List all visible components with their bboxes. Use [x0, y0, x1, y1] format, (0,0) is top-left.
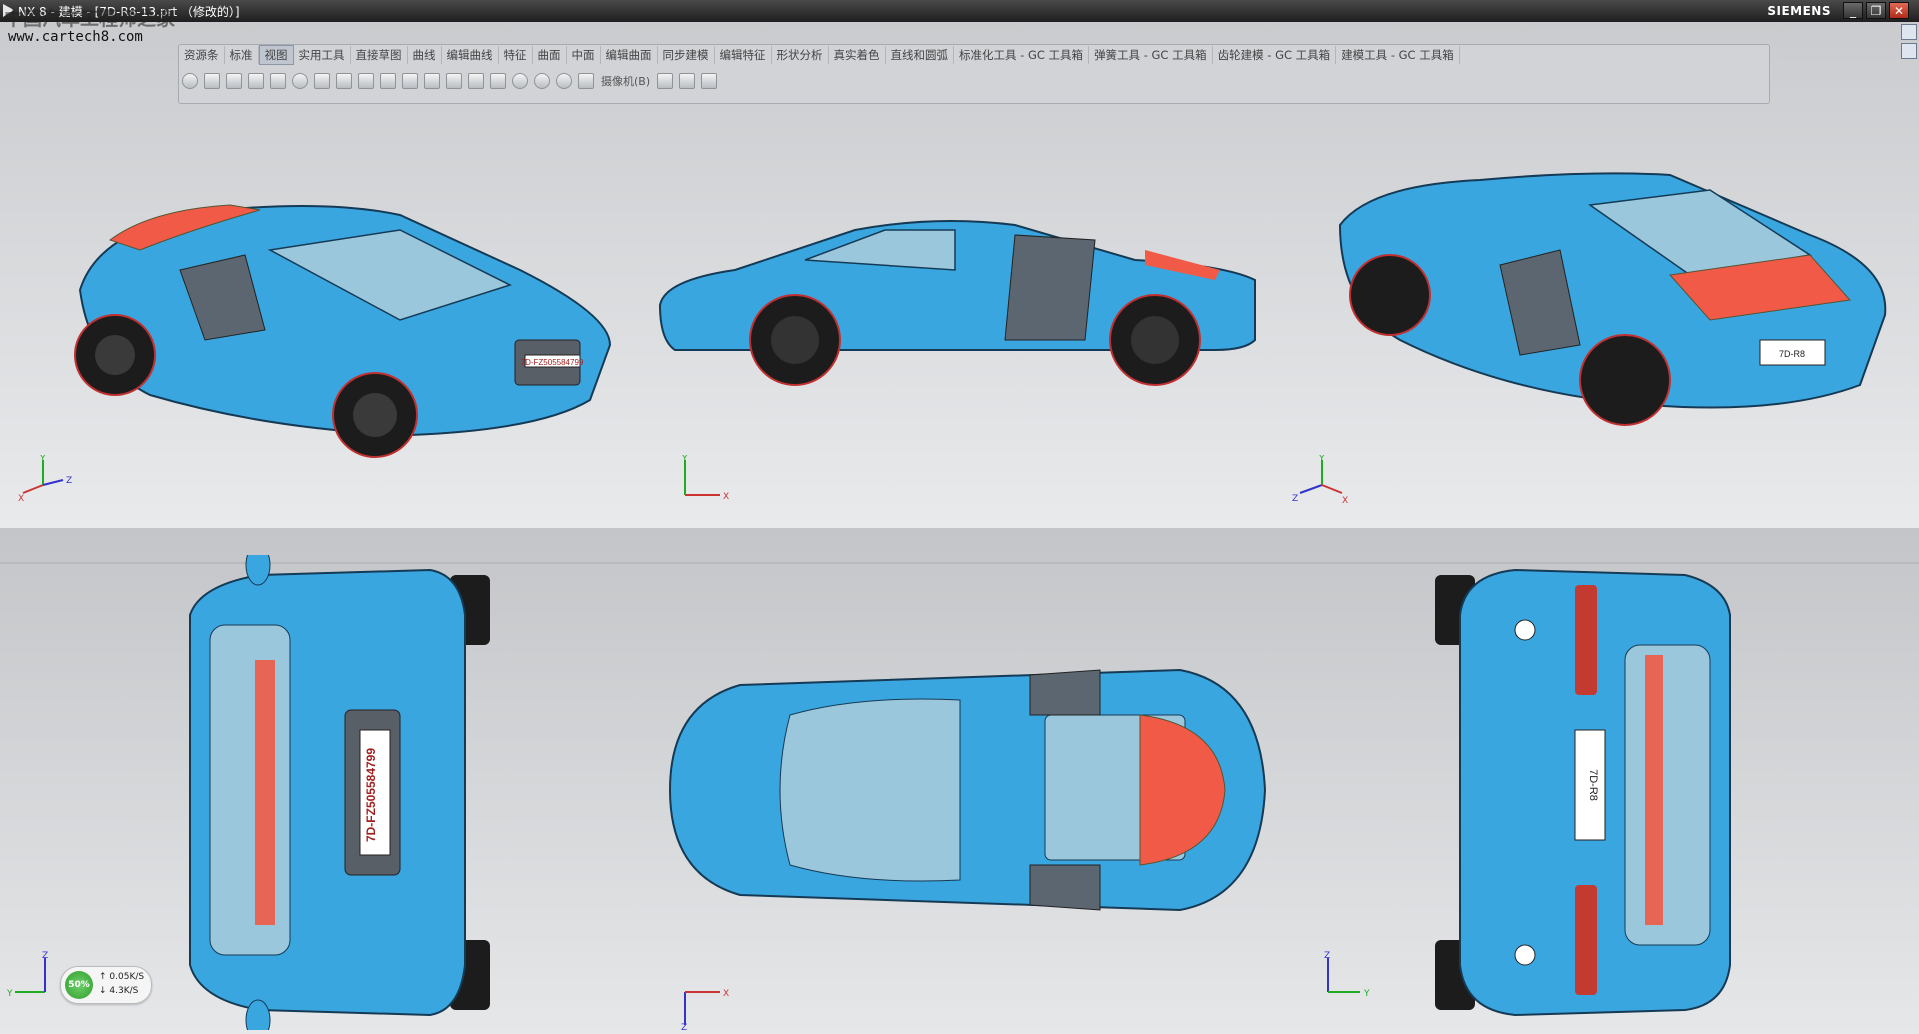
- brand-label: SIEMENS: [1767, 4, 1831, 18]
- axis-triad-isometric-rear: Z Y X: [1290, 454, 1350, 509]
- light-icon[interactable]: [512, 73, 528, 89]
- toolbar-tab[interactable]: 弹簧工具 - GC 工具箱: [1089, 46, 1213, 64]
- download-speed: ↓ 4.3K/S: [99, 986, 139, 996]
- toolbar-tab[interactable]: 直接草图: [351, 46, 408, 64]
- front-plate-text: 7D-FZ505584799: [364, 748, 378, 842]
- rear-plate-text: 7D-R8: [1779, 349, 1805, 359]
- toolbar-tab[interactable]: 曲面: [533, 46, 567, 64]
- toolbar-tab[interactable]: 实用工具: [294, 46, 351, 64]
- watermark-url: www.cartech8.com: [8, 29, 143, 45]
- zoom-icon[interactable]: [226, 73, 242, 89]
- camera-next-icon[interactable]: [701, 73, 718, 89]
- axis-z-label: Z: [681, 1023, 687, 1030]
- car-view-rear: 7D-R8: [1435, 568, 1731, 1017]
- toolbar-tab[interactable]: 同步建模: [658, 46, 715, 64]
- toolbar-tab[interactable]: 编辑特征: [715, 46, 772, 64]
- cpu-percent: 50%: [65, 971, 93, 999]
- view-right-icon[interactable]: [424, 73, 440, 89]
- toolbar-panel: 资源条 标准 视图 实用工具 直接草图 曲线 编辑曲线 特征 曲面 中面 编辑曲面 同步建模 编辑特征形…: [178, 44, 1770, 104]
- axis-y-label: Y: [681, 455, 688, 464]
- axis-x-label: X: [723, 989, 729, 999]
- material-icon[interactable]: [534, 73, 550, 89]
- car-view-top: [668, 668, 1267, 912]
- toolbar-tab[interactable]: 标准化工具 - GC 工具箱: [954, 46, 1090, 64]
- car-view-isometric-rear: 7D-R8: [1338, 172, 1887, 426]
- axis-triad-side: X Y: [675, 454, 735, 509]
- axis-z-label: Z: [66, 476, 72, 486]
- toolbar-tab-row: 资源条 标准 视图 实用工具 直接草图 曲线 编辑曲线 特征 曲面 中面 编辑曲面 同步建模 编辑特征形…: [179, 45, 1769, 65]
- toolbar-tab[interactable]: 直线和圆弧: [886, 46, 954, 64]
- view-iso-icon[interactable]: [446, 73, 462, 89]
- toolbar-tab[interactable]: 特征: [499, 46, 533, 64]
- restore-button[interactable]: ❐: [1866, 2, 1886, 19]
- view-trimetric-icon[interactable]: [468, 73, 484, 89]
- viewport-corner-buttons: [1901, 24, 1917, 62]
- toolbar-tab[interactable]: 中面: [567, 46, 601, 64]
- axis-triad-rear: Z Y: [1318, 950, 1378, 1004]
- pan-icon[interactable]: [270, 73, 286, 89]
- axis-triad-front: Y Z: [5, 950, 55, 1004]
- axis-x-label: X: [18, 494, 24, 504]
- wireframe-icon[interactable]: [358, 73, 374, 89]
- network-speed-widget[interactable]: 50% ↑ 0.05K/S ↓ 4.3K/S: [60, 966, 152, 1004]
- fullscreen-icon[interactable]: [1901, 43, 1917, 59]
- zoom-window-icon[interactable]: [248, 73, 264, 89]
- toolbar-tab[interactable]: 真实着色: [829, 46, 886, 64]
- axis-z-label: Z: [1324, 951, 1330, 961]
- settings-gear-icon[interactable]: [182, 73, 198, 89]
- camera-add-icon[interactable]: [657, 73, 674, 89]
- toolbar-icon-row: 摄像机(B): [179, 68, 1769, 94]
- car-view-side: [658, 220, 1256, 386]
- toolbar-tab[interactable]: 标准: [225, 46, 259, 64]
- car-view-isometric-front: 7D-FZ505584799: [74, 204, 612, 458]
- axis-y-label: Y: [1363, 989, 1370, 999]
- car-view-front: 7D-FZ505584799: [189, 555, 490, 1030]
- axis-x-label: X: [723, 492, 729, 502]
- license-plate-text: 7D-FZ505584799: [521, 358, 584, 367]
- watermark-site-name: 中国汽车工程师之家: [4, 8, 176, 30]
- axis-triad-top: Z X: [675, 980, 735, 1034]
- upload-speed: ↑ 0.05K/S: [99, 972, 145, 982]
- fit-view-icon[interactable]: [204, 73, 220, 89]
- toolbar-tab[interactable]: 齿轮建模 - GC 工具箱: [1213, 46, 1337, 64]
- toolbar-tab[interactable]: 编辑曲面: [601, 46, 658, 64]
- axis-y-label: Y: [39, 455, 46, 464]
- rotate-icon[interactable]: [292, 73, 308, 89]
- toolbar-tab[interactable]: 编辑曲线: [442, 46, 499, 64]
- view-back-icon[interactable]: [490, 73, 506, 89]
- camera-edit-icon[interactable]: [679, 73, 696, 89]
- view-options-icon[interactable]: [1901, 24, 1917, 40]
- scene-icon[interactable]: [556, 73, 572, 89]
- toolbar-tab[interactable]: 形状分析: [772, 46, 829, 64]
- toolbar-tab[interactable]: 资源条: [179, 46, 225, 64]
- axis-triad-isometric-front: X Y Z: [18, 454, 78, 509]
- camera-dropdown[interactable]: 摄像机(B): [601, 73, 650, 89]
- view-front-icon[interactable]: [380, 73, 396, 89]
- minimize-button[interactable]: _: [1843, 2, 1863, 19]
- shaded-icon[interactable]: [336, 73, 352, 89]
- window-titlebar: NX 8 - 建模 - [7D-R8-13.prt （修改的）] SIEMENS…: [0, 0, 1919, 22]
- axis-z-label: Z: [42, 951, 48, 961]
- view-top-icon[interactable]: [402, 73, 418, 89]
- toolbar-tab[interactable]: 曲线: [408, 46, 442, 64]
- axis-y-label: Y: [6, 989, 13, 999]
- download-speed-value: 4.3K/S: [109, 986, 139, 996]
- axis-y-label: Y: [1318, 455, 1325, 464]
- axis-x-label: X: [1342, 496, 1348, 505]
- background-icon[interactable]: [578, 73, 594, 89]
- axis-z-label: Z: [1292, 494, 1298, 504]
- rear-view-plate-text: 7D-R8: [1587, 769, 1599, 801]
- toolbar-tab[interactable]: 建模工具 - GC 工具箱: [1336, 46, 1460, 64]
- upload-speed-value: 0.05K/S: [109, 972, 145, 982]
- toolbar-tab[interactable]: 视图: [258, 45, 294, 65]
- close-button[interactable]: ✕: [1889, 2, 1909, 19]
- perspective-icon[interactable]: [314, 73, 330, 89]
